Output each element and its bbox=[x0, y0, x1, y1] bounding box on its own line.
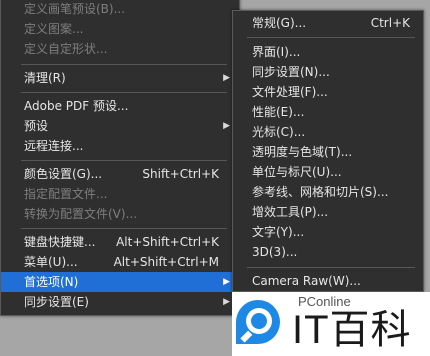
menu-item-label: 颜色设置(G)... bbox=[24, 167, 103, 181]
menu-item-define-pattern[interactable]: 定义图案... bbox=[1, 19, 239, 39]
menu-item-shortcut: Alt+Shift+Ctrl+K bbox=[116, 235, 219, 249]
submenu-item-file-handling[interactable]: 文件处理(F)... bbox=[233, 82, 423, 102]
menu-item-preferences[interactable]: 首选项(N) ▶ bbox=[1, 272, 239, 292]
menu-item-label: 首选项(N) bbox=[24, 275, 79, 289]
menu-item-label: 定义自定形状... bbox=[24, 42, 108, 56]
pconline-watermark: PConline IT百科 bbox=[232, 292, 430, 356]
menu-item-label: 同步设置(N)... bbox=[252, 65, 330, 79]
menu-item-label: 预设 bbox=[24, 119, 49, 133]
menu-separator bbox=[21, 228, 227, 229]
menu-item-label: 远程连接... bbox=[24, 139, 84, 153]
menu-item-label: 同步设置(E) bbox=[24, 295, 89, 309]
magnifier-logo-icon bbox=[236, 300, 280, 344]
watermark-brand: IT百科 bbox=[292, 308, 412, 352]
menu-item-sync-settings[interactable]: 同步设置(E) ▶ bbox=[1, 292, 239, 312]
menu-item-label: 参考线、网格和切片(S)... bbox=[252, 185, 389, 199]
watermark-site-name: PConline bbox=[298, 294, 351, 309]
menu-item-label: 定义图案... bbox=[24, 22, 84, 36]
menu-item-menus[interactable]: 菜单(U)... Alt+Shift+Ctrl+M bbox=[1, 252, 239, 272]
menu-item-adobe-pdf-presets[interactable]: Adobe PDF 预设... bbox=[1, 96, 239, 116]
menu-item-label: 清理(R) bbox=[24, 71, 66, 85]
menu-item-shortcut: Alt+Shift+Ctrl+M bbox=[113, 255, 219, 269]
menu-item-label: 文字(Y)... bbox=[252, 225, 305, 239]
menu-item-keyboard-shortcuts[interactable]: 键盘快捷键... Alt+Shift+Ctrl+K bbox=[1, 232, 239, 252]
menu-item-label: 性能(E)... bbox=[252, 105, 305, 119]
menu-separator bbox=[247, 267, 415, 268]
menu-item-label: 增效工具(P)... bbox=[252, 205, 329, 219]
menu-separator bbox=[21, 64, 227, 65]
submenu-arrow-icon: ▶ bbox=[223, 297, 230, 307]
submenu-item-transparency-gamut[interactable]: 透明度与色域(T)... bbox=[233, 142, 423, 162]
submenu-item-type[interactable]: 文字(Y)... bbox=[233, 222, 423, 242]
submenu-item-plugins[interactable]: 增效工具(P)... bbox=[233, 202, 423, 222]
menu-item-label: 光标(C)... bbox=[252, 125, 306, 139]
menu-item-label: 界面(I)... bbox=[252, 45, 301, 59]
menu-item-label: 文件处理(F)... bbox=[252, 85, 328, 99]
submenu-item-camera-raw[interactable]: Camera Raw(W)... bbox=[233, 271, 423, 291]
menu-item-color-settings[interactable]: 颜色设置(G)... Shift+Ctrl+K bbox=[1, 164, 239, 184]
menu-separator bbox=[21, 160, 227, 161]
edit-menu: 定义画笔预设(B)... 定义图案... 定义自定形状... 清理(R) ▶ A… bbox=[0, 0, 240, 316]
menu-item-label: 定义画笔预设(B)... bbox=[24, 2, 126, 16]
menu-item-shortcut: Ctrl+K bbox=[370, 16, 410, 30]
menu-item-label: 指定配置文件... bbox=[24, 187, 108, 201]
menu-separator bbox=[247, 37, 415, 38]
menu-item-purge[interactable]: 清理(R) ▶ bbox=[1, 68, 239, 88]
menu-separator bbox=[21, 92, 227, 93]
menu-item-convert-to-profile[interactable]: 转换为配置文件(V)... bbox=[1, 204, 239, 224]
submenu-item-sync-settings[interactable]: 同步设置(N)... bbox=[233, 62, 423, 82]
preferences-submenu: 常规(G)... Ctrl+K 界面(I)... 同步设置(N)... 文件处理… bbox=[232, 10, 424, 292]
submenu-item-3d[interactable]: 3D(3)... bbox=[233, 242, 423, 262]
submenu-arrow-icon: ▶ bbox=[223, 73, 230, 83]
submenu-item-cursors[interactable]: 光标(C)... bbox=[233, 122, 423, 142]
menu-item-define-custom-shape[interactable]: 定义自定形状... bbox=[1, 39, 239, 59]
menu-item-define-brush-preset[interactable]: 定义画笔预设(B)... bbox=[1, 0, 239, 19]
submenu-item-units-rulers[interactable]: 单位与标尺(U)... bbox=[233, 162, 423, 182]
submenu-item-general[interactable]: 常规(G)... Ctrl+K bbox=[233, 13, 423, 33]
menu-item-shortcut: Shift+Ctrl+K bbox=[142, 167, 219, 181]
submenu-item-guides-grid-slices[interactable]: 参考线、网格和切片(S)... bbox=[233, 182, 423, 202]
menu-item-label: 透明度与色域(T)... bbox=[252, 145, 353, 159]
menu-item-label: 常规(G)... bbox=[252, 16, 307, 30]
submenu-arrow-icon: ▶ bbox=[223, 277, 230, 287]
menu-item-remote-connections[interactable]: 远程连接... bbox=[1, 136, 239, 156]
menu-item-label: 单位与标尺(U)... bbox=[252, 165, 342, 179]
submenu-arrow-icon: ▶ bbox=[223, 121, 230, 131]
menu-item-label: 3D(3)... bbox=[252, 245, 298, 259]
menu-item-label: Camera Raw(W)... bbox=[252, 274, 361, 288]
menu-item-label: 转换为配置文件(V)... bbox=[24, 207, 138, 221]
menu-item-label: Adobe PDF 预设... bbox=[24, 99, 129, 113]
submenu-item-performance[interactable]: 性能(E)... bbox=[233, 102, 423, 122]
menu-item-assign-profile[interactable]: 指定配置文件... bbox=[1, 184, 239, 204]
submenu-item-interface[interactable]: 界面(I)... bbox=[233, 42, 423, 62]
menu-item-label: 键盘快捷键... bbox=[24, 235, 96, 249]
menu-item-label: 菜单(U)... bbox=[24, 255, 78, 269]
menu-item-presets[interactable]: 预设 ▶ bbox=[1, 116, 239, 136]
